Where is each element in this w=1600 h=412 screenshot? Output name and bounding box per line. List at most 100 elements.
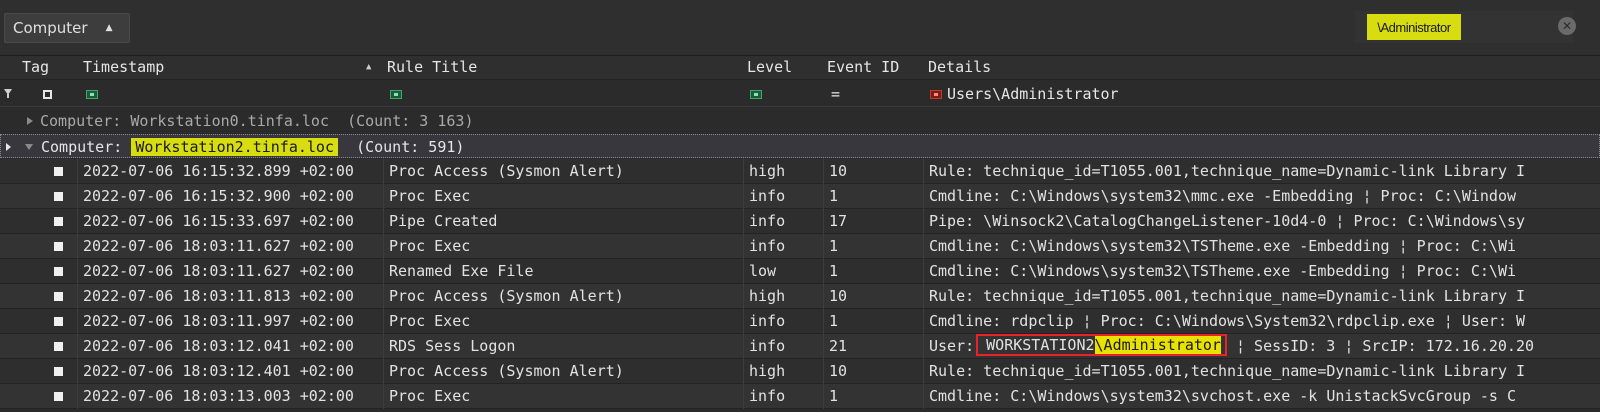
table-row[interactable]: 2022-07-06 18:03:12.401 +02:00 Proc Acces… [0, 359, 1600, 384]
cell-rule-title: Proc Access (Sysmon Alert) [383, 159, 743, 184]
cell-level: info [743, 234, 823, 259]
cell-timestamp: 2022-07-06 18:03:11.627 +02:00 [77, 259, 383, 284]
cell-rule-title: Proc Access (Sysmon Alert) [383, 284, 743, 309]
search-input[interactable]: \Administrator [1367, 14, 1461, 40]
table-row[interactable]: 2022-07-06 16:15:32.900 +02:00 Proc Exec i… [0, 184, 1600, 209]
cell-timestamp: 2022-07-06 16:15:32.900 +02:00 [77, 184, 383, 209]
details-prefix: User: [929, 337, 975, 355]
cell-details: Cmdline: C:\Windows\system32\svchost.exe… [923, 384, 1600, 409]
search-box[interactable]: \Administrator [1355, 11, 1573, 43]
cell-rule-title: RDS Sess Logon [383, 334, 743, 359]
cell-event-id: 10 [823, 159, 923, 184]
event-id-filter-operator[interactable]: = [831, 81, 840, 107]
timestamp-filter-operator-icon[interactable] [86, 90, 98, 99]
group-count: (Count: 3 163) [347, 112, 474, 130]
cell-rule-title: Proc Exec [383, 309, 743, 334]
column-header-level[interactable]: Level [747, 56, 792, 80]
cell-level: high [743, 284, 823, 309]
sort-asc-icon[interactable]: ▲ [106, 23, 113, 33]
column-header-tag[interactable]: Tag [22, 56, 49, 80]
table-row[interactable]: 2022-07-06 18:03:12.041 +02:00 RDS Sess L… [0, 334, 1600, 359]
filter-row: = Users\Administrator [0, 81, 1600, 107]
group-value: Workstation0.tinfa.loc [130, 112, 329, 130]
cell-rule-title: Proc Exec [383, 384, 743, 409]
cell-timestamp: 2022-07-06 18:03:12.401 +02:00 [77, 359, 383, 384]
cell-event-id: 1 [823, 309, 923, 334]
cell-details: Rule: technique_id=T1055.001,technique_n… [923, 284, 1600, 309]
cell-level: info [743, 184, 823, 209]
group-chip-label: Computer [13, 19, 88, 37]
row-tag-checkbox[interactable] [54, 217, 63, 226]
column-header-event-id[interactable]: Event ID [827, 56, 899, 80]
focus-highlight-box: WORKSTATION2\Administrator [976, 334, 1227, 356]
cell-level: info [743, 334, 823, 359]
cell-timestamp: 2022-07-06 16:15:32.899 +02:00 [77, 159, 383, 184]
cell-event-id: 10 [823, 359, 923, 384]
group-label: Computer: [40, 112, 122, 130]
group-row-workstation0[interactable]: Computer: Workstation0.tinfa.loc (Count:… [0, 109, 1600, 133]
row-tag-checkbox[interactable] [54, 342, 63, 351]
row-tag-checkbox[interactable] [54, 317, 63, 326]
table-row[interactable]: 2022-07-06 16:15:33.697 +02:00 Pipe Creat… [0, 209, 1600, 234]
cell-timestamp: 2022-07-06 18:03:11.813 +02:00 [77, 284, 383, 309]
column-header-rule-title[interactable]: Rule Title [387, 56, 477, 80]
cell-event-id: 17 [823, 209, 923, 234]
cell-level: info [743, 384, 823, 409]
cell-timestamp: 2022-07-06 18:03:13.003 +02:00 [77, 384, 383, 409]
column-header-details[interactable]: Details [928, 56, 991, 80]
cell-event-id: 1 [823, 184, 923, 209]
cell-details: Cmdline: C:\Windows\system32\mmc.exe -Em… [923, 184, 1600, 209]
current-row-indicator-icon [6, 143, 11, 151]
rule-title-filter-operator-icon[interactable] [390, 90, 402, 99]
cell-event-id: 1 [823, 384, 923, 409]
group-by-panel: Computer ▲ \Administrator ✕ [0, 0, 1600, 56]
column-header-timestamp[interactable]: Timestamp [83, 56, 164, 80]
chevron-right-icon[interactable] [27, 117, 33, 125]
tag-filter-checkbox[interactable] [43, 90, 52, 99]
row-tag-checkbox[interactable] [54, 242, 63, 251]
row-tag-checkbox[interactable] [54, 192, 63, 201]
row-tag-checkbox[interactable] [54, 267, 63, 276]
cell-details: Cmdline: C:\Windows\system32\TSTheme.exe… [923, 234, 1600, 259]
column-header-row: Tag Timestamp ▲ Rule Title Level Event I… [0, 56, 1600, 80]
cell-event-id: 1 [823, 259, 923, 284]
group-row-workstation2[interactable]: Computer: Workstation2.tinfa.loc (Count:… [0, 134, 1600, 158]
details-filter-input[interactable]: Users\Administrator [947, 81, 1119, 107]
cell-level: info [743, 309, 823, 334]
cell-rule-title: Proc Exec [383, 184, 743, 209]
group-label: Computer: [41, 138, 123, 156]
row-tag-checkbox[interactable] [54, 392, 63, 401]
level-filter-operator-icon[interactable] [750, 90, 762, 99]
cell-level: info [743, 209, 823, 234]
row-tag-checkbox[interactable] [54, 367, 63, 376]
cell-details: User: WORKSTATION2\Administrator ¦ SessID… [923, 334, 1600, 359]
details-match-highlight: \Administrator [1094, 336, 1221, 354]
details-filter-operator-icon[interactable] [930, 90, 942, 99]
cell-details: Rule: technique_id=T1055.001,technique_n… [923, 359, 1600, 384]
sort-asc-icon[interactable]: ▲ [366, 56, 371, 78]
cell-details: Rule: technique_id=T1055.001,technique_n… [923, 159, 1600, 184]
cell-timestamp: 2022-07-06 18:03:11.627 +02:00 [77, 234, 383, 259]
row-tag-checkbox[interactable] [54, 167, 63, 176]
group-chip-computer[interactable]: Computer ▲ [4, 13, 130, 43]
details-suffix: ¦ SessID: 3 ¦ SrcIP: 172.16.20.20 [1226, 337, 1535, 355]
table-row[interactable]: 2022-07-06 18:03:11.813 +02:00 Proc Acces… [0, 284, 1600, 309]
cell-event-id: 10 [823, 284, 923, 309]
group-value-highlighted: Workstation2.tinfa.loc [131, 138, 338, 156]
table-row[interactable]: 2022-07-06 16:15:32.899 +02:00 Proc Acces… [0, 159, 1600, 184]
row-tag-checkbox[interactable] [54, 292, 63, 301]
table-row[interactable]: 2022-07-06 18:03:11.997 +02:00 Proc Exec i… [0, 309, 1600, 334]
table-row[interactable]: 2022-07-06 18:03:11.627 +02:00 Proc Exec i… [0, 234, 1600, 259]
cell-rule-title: Proc Access (Sysmon Alert) [383, 359, 743, 384]
cell-rule-title: Proc Exec [383, 234, 743, 259]
group-count: (Count: 591) [356, 138, 465, 156]
cell-level: high [743, 159, 823, 184]
table-row[interactable]: 2022-07-06 18:03:13.003 +02:00 Proc Exec i… [0, 384, 1600, 409]
cell-level: low [743, 259, 823, 284]
clear-search-icon[interactable]: ✕ [1558, 17, 1576, 35]
cell-details: Cmdline: rdpclip ¦ Proc: C:\Windows\Syst… [923, 309, 1600, 334]
cell-level: high [743, 359, 823, 384]
chevron-down-icon[interactable] [25, 144, 33, 150]
table-row[interactable]: 2022-07-06 18:03:11.627 +02:00 Renamed Ex… [0, 259, 1600, 284]
details-machine: WORKSTATION2 [986, 336, 1095, 354]
